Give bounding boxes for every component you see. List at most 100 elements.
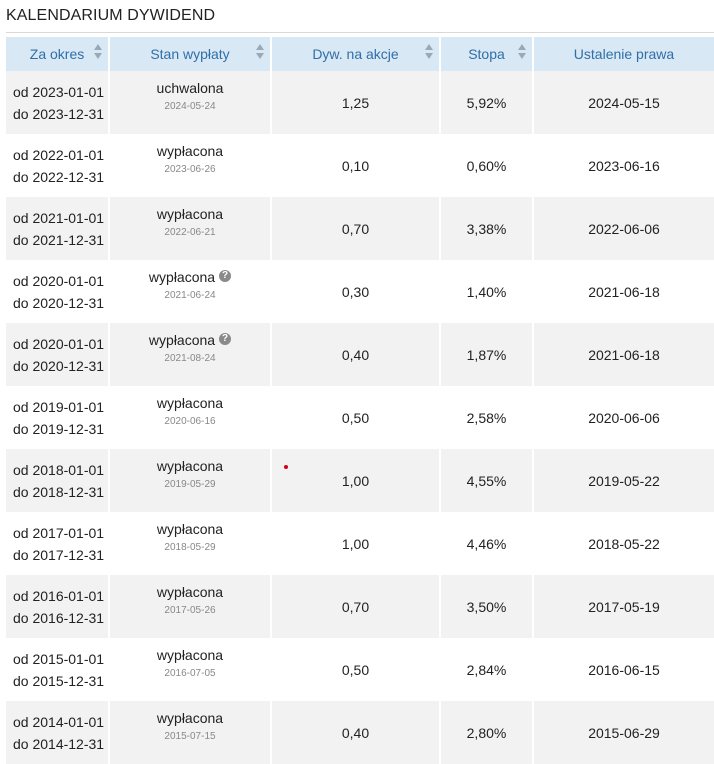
yield-cell: 5,92% [441, 71, 534, 134]
period-to: do 2020-12-31 [13, 357, 105, 374]
question-circle-icon[interactable]: ? [219, 333, 232, 345]
status-date: 2022-06-21 [164, 227, 216, 238]
period-cell: od 2016-01-01 do 2016-12-31 [6, 575, 110, 638]
column-header-status[interactable]: Stan wypłaty [110, 37, 272, 71]
period-to: do 2016-12-31 [13, 609, 105, 626]
period-to: do 2022-12-31 [13, 168, 105, 185]
period-to: do 2015-12-31 [13, 672, 105, 689]
status-label: wypłacona [156, 584, 224, 600]
period-cell: od 2017-01-01 do 2017-12-31 [6, 512, 110, 575]
dividend-calendar-table: Za okres Stan wypłaty Dyw. na akcje Stop… [6, 37, 714, 764]
status-cell: uchwalona 2024-05-24 [110, 71, 272, 134]
period-cell: od 2015-01-01 do 2015-12-31 [6, 638, 110, 701]
period-cell: od 2014-01-01 do 2014-12-31 [6, 701, 110, 764]
yield-cell: 4,46% [441, 512, 534, 575]
table-row: od 2014-01-01 do 2014-12-31 wypłacona 2015-… [6, 701, 714, 764]
record-date-cell: 2016-06-15 [534, 638, 714, 701]
status-date: 2023-06-26 [164, 164, 216, 175]
table-row: od 2023-01-01 do 2023-12-31 uchwalona 2024-… [6, 71, 714, 134]
table-row: od 2020-01-01 do 2020-12-31 wypłacona? 2021… [6, 323, 714, 386]
period-from: od 2021-01-01 [13, 209, 105, 226]
status-label: wypłacona [156, 710, 224, 726]
status-date: 2021-06-24 [164, 290, 216, 301]
period-from: od 2015-01-01 [13, 650, 105, 667]
period-from: od 2023-01-01 [13, 83, 105, 100]
period-from: od 2014-01-01 [13, 713, 105, 730]
period-to: do 2014-12-31 [13, 735, 105, 752]
table-row: od 2021-01-01 do 2021-12-31 wypłacona 2022-… [6, 197, 714, 260]
record-date-cell: 2024-05-15 [534, 71, 714, 134]
status-label: wypłacona [156, 458, 224, 474]
column-header-status-label: Stan wypłaty [150, 46, 230, 62]
table-row: od 2017-01-01 do 2017-12-31 wypłacona 2018-… [6, 512, 714, 575]
period-from: od 2020-01-01 [13, 335, 105, 352]
period-cell: od 2022-01-01 do 2022-12-31 [6, 134, 110, 197]
table-row: od 2020-01-01 do 2020-12-31 wypłacona? 2021… [6, 260, 714, 323]
period-from: od 2019-01-01 [13, 398, 105, 415]
dividend-cell: 0,40 [272, 701, 441, 764]
dividend-cell: 0,40 [272, 323, 441, 386]
yield-cell: 0,60% [441, 134, 534, 197]
dividend-cell: 0,70 [272, 197, 441, 260]
table-row: od 2022-01-01 do 2022-12-31 wypłacona 2023-… [6, 134, 714, 197]
sort-arrows-icon[interactable] [94, 44, 102, 62]
column-header-record-date-label: Ustalenie prawa [573, 46, 675, 62]
table-header-row: Za okres Stan wypłaty Dyw. na akcje Stop… [6, 37, 714, 71]
record-date-cell: 2018-05-22 [534, 512, 714, 575]
status-cell: wypłacona? 2021-06-24 [110, 260, 272, 323]
column-header-dividend[interactable]: Dyw. na akcje [272, 37, 441, 71]
title-divider [6, 32, 714, 33]
sort-arrows-icon[interactable] [518, 44, 526, 62]
dividend-cell: 0,70 [272, 575, 441, 638]
table-row: od 2018-01-01 do 2018-12-31 wypłacona 2019-… [6, 449, 714, 512]
status-label: wypłacona [156, 521, 224, 537]
period-to: do 2019-12-31 [13, 420, 105, 437]
record-date-cell: 2015-06-29 [534, 701, 714, 764]
status-label: wypłacona [156, 143, 224, 159]
status-cell: wypłacona 2022-06-21 [110, 197, 272, 260]
record-date-cell: 2021-06-18 [534, 323, 714, 386]
period-to: do 2023-12-31 [13, 105, 105, 122]
yield-cell: 2,84% [441, 638, 534, 701]
record-date-cell: 2022-06-06 [534, 197, 714, 260]
status-cell: wypłacona 2019-05-29 [110, 449, 272, 512]
dividend-cell: 1,25 [272, 71, 441, 134]
status-label: wypłacona [148, 332, 216, 348]
sort-arrows-icon[interactable] [256, 44, 264, 62]
period-from: od 2016-01-01 [13, 587, 105, 604]
yield-cell: 1,40% [441, 260, 534, 323]
dividend-cell: 0,50 [272, 638, 441, 701]
sort-arrows-icon[interactable] [425, 44, 433, 62]
status-date: 2019-05-29 [164, 479, 216, 490]
column-header-yield[interactable]: Stopa [441, 37, 534, 71]
period-cell: od 2020-01-01 do 2020-12-31 [6, 260, 110, 323]
period-cell: od 2019-01-01 do 2019-12-31 [6, 386, 110, 449]
yield-cell: 2,58% [441, 386, 534, 449]
column-header-record-date: Ustalenie prawa [534, 37, 714, 71]
dividend-cell: 1,00 [272, 449, 441, 512]
status-cell: wypłacona 2017-05-26 [110, 575, 272, 638]
yield-cell: 3,38% [441, 197, 534, 260]
dividend-cell: 0,10 [272, 134, 441, 197]
column-header-period[interactable]: Za okres [6, 37, 110, 71]
question-circle-icon[interactable]: ? [219, 270, 232, 282]
yield-cell: 3,50% [441, 575, 534, 638]
dividend-cell: 1,00 [272, 512, 441, 575]
period-cell: od 2020-01-01 do 2020-12-31 [6, 323, 110, 386]
status-date: 2018-05-29 [164, 542, 216, 553]
page-title: KALENDARIUM DYWIDEND [6, 7, 216, 24]
marker-dot [284, 465, 288, 469]
period-to: do 2021-12-31 [13, 231, 105, 248]
status-date: 2024-05-24 [164, 101, 216, 112]
status-date: 2016-07-05 [164, 668, 216, 679]
record-date-cell: 2017-05-19 [534, 575, 714, 638]
status-cell: wypłacona 2023-06-26 [110, 134, 272, 197]
status-date: 2015-07-15 [164, 731, 216, 742]
period-from: od 2020-01-01 [13, 272, 105, 289]
period-from: od 2018-01-01 [13, 461, 105, 478]
status-cell: wypłacona 2015-07-15 [110, 701, 272, 764]
period-cell: od 2021-01-01 do 2021-12-31 [6, 197, 110, 260]
record-date-cell: 2020-06-06 [534, 386, 714, 449]
status-cell: wypłacona? 2021-08-24 [110, 323, 272, 386]
status-cell: wypłacona 2020-06-16 [110, 386, 272, 449]
